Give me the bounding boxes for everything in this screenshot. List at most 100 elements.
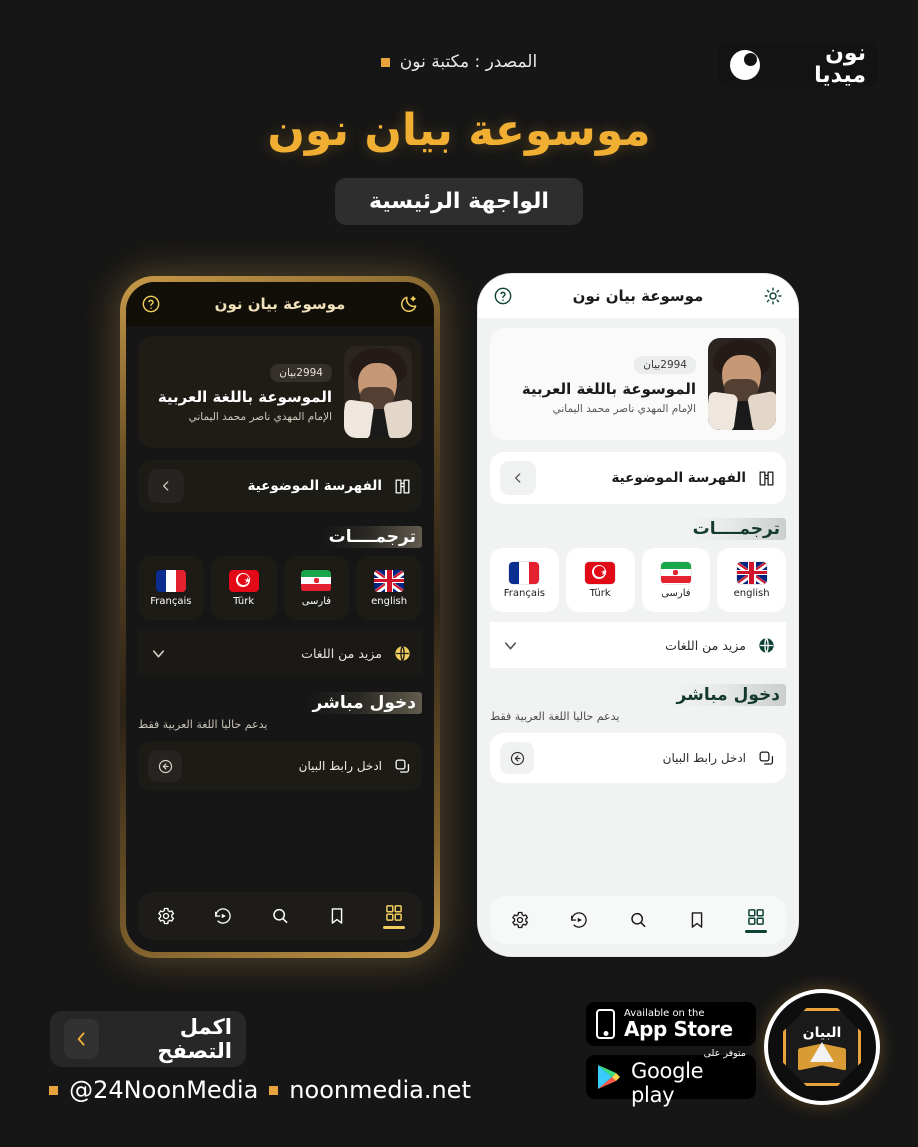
language-label: Français: [503, 587, 545, 599]
language-tile-turkish[interactable]: ★ Türk: [210, 556, 277, 620]
crescent-moon-icon[interactable]: [398, 293, 420, 315]
bayan-count-badge: 2994بيان: [270, 364, 332, 382]
google-play-badge[interactable]: متوفر على Google play: [586, 1048, 756, 1107]
language-label: english: [371, 595, 408, 607]
iran-flag-icon: [660, 561, 691, 584]
language-label: فارسی: [661, 587, 691, 599]
top-bar: نون ميديا المصدر : مكتبة نون: [0, 0, 918, 110]
index-book-icon: [392, 476, 412, 496]
nav-item-search[interactable]: [261, 906, 299, 926]
direct-entry-input-row[interactable]: ادخل رابط البيان: [138, 741, 422, 791]
language-tile-turkish[interactable]: ★ Türk: [565, 548, 635, 612]
nav-item-history[interactable]: [560, 910, 598, 930]
direct-entry-note: يدعم حاليا اللغة العربية فقط: [138, 718, 268, 731]
poster-root: نون ميديا المصدر : مكتبة نون موسوعة بيان…: [0, 0, 918, 1147]
chevron-left-icon: [64, 1019, 100, 1059]
google-play-label: Google play: [631, 1058, 704, 1107]
translations-grid: english فارسی ★ Türk Français: [138, 556, 422, 620]
app-store-label: App Store: [624, 1017, 733, 1041]
profile-card[interactable]: 2994بيان الموسوعة باللغة العربية الإمام …: [138, 336, 422, 448]
profile-card[interactable]: 2994بيان الموسوعة باللغة العربية الإمام …: [490, 328, 786, 440]
avatar: [344, 346, 412, 438]
chevron-down-icon[interactable]: [500, 635, 520, 655]
index-row-chevron-button[interactable]: [148, 469, 184, 503]
app-header-title-dark: موسوعة بيان نون: [214, 295, 346, 313]
bayan-count-badge: 2994بيان: [634, 356, 696, 374]
globe-icon: [756, 635, 776, 655]
language-tile-english[interactable]: english: [717, 548, 786, 612]
language-tile-french[interactable]: Français: [138, 556, 204, 620]
question-mark-circle-icon[interactable]: [140, 293, 162, 315]
nav-item-settings[interactable]: [501, 910, 539, 930]
sun-icon[interactable]: [762, 285, 784, 307]
bottom-nav-dark: [138, 892, 422, 940]
direct-entry-heading: دخول مباشر: [138, 692, 422, 714]
social-handle[interactable]: @24NoonMedia: [69, 1076, 258, 1104]
language-label: فارسی: [301, 595, 332, 607]
language-tile-english[interactable]: english: [356, 556, 422, 620]
nav-item-settings[interactable]: [147, 906, 185, 926]
avatar: [708, 338, 776, 430]
direct-entry-heading: دخول مباشر: [490, 684, 786, 706]
turkey-flag-icon: ★: [228, 569, 259, 592]
phone-mockups: موسوعة بيان نون 2994بيان الموسوعة باللغة…: [0, 274, 918, 976]
continue-browsing-label: اكمل التصفح: [157, 1015, 232, 1063]
index-book-icon: [756, 468, 776, 488]
google-play-small-label: متوفر على: [703, 1047, 746, 1059]
index-row-label: الفهرسة الموضوعية: [247, 478, 382, 494]
translations-grid: english فارسی ★ Türk Français: [490, 548, 786, 612]
chevron-down-icon[interactable]: [148, 643, 168, 663]
direct-entry-input-placeholder: ادخل رابط البيان: [298, 759, 382, 773]
play-triangle-icon: [596, 1063, 622, 1091]
language-tile-farsi[interactable]: فارسی: [641, 548, 711, 612]
nav-item-bookmarks[interactable]: [678, 910, 716, 930]
more-languages-row[interactable]: مزيد من اللغات: [490, 622, 786, 668]
france-flag-icon: [509, 561, 540, 584]
store-badges: Available on the App Store متوفر على Goo…: [586, 1002, 756, 1108]
index-row[interactable]: الفهرسة الموضوعية: [138, 460, 422, 512]
profile-name: الموسوعة باللغة العربية: [157, 388, 332, 406]
france-flag-icon: [155, 569, 186, 592]
profile-subtitle: الإمام المهدي ناصر محمد اليماني: [188, 411, 332, 423]
index-row-chevron-button[interactable]: [500, 461, 536, 495]
bullet-square-icon: [380, 57, 390, 67]
bayan-book-logo-icon: البيان: [783, 1008, 861, 1086]
phone-mockup-light: موسوعة بيان نون 2994بيان الموسوعة باللغة…: [478, 274, 798, 956]
more-languages-row[interactable]: مزيد من اللغات: [138, 630, 422, 676]
turkey-flag-icon: ★: [585, 561, 616, 584]
bullet-square-icon: [269, 1085, 279, 1095]
app-header-title-light: موسوعة بيان نون: [572, 287, 704, 305]
bayan-circle-logo: البيان: [768, 993, 876, 1101]
direct-entry-input-placeholder: ادخل رابط البيان: [662, 751, 746, 765]
website-url[interactable]: noonmedia.net: [289, 1076, 471, 1104]
app-body-dark: 2994بيان الموسوعة باللغة العربية الإمام …: [126, 326, 434, 952]
direct-entry-input-row[interactable]: ادخل رابط البيان: [490, 733, 786, 783]
more-languages-label: مزيد من اللغات: [665, 637, 746, 653]
language-tile-farsi[interactable]: فارسی: [283, 556, 350, 620]
nav-item-search[interactable]: [619, 910, 657, 930]
phone-mockup-dark: موسوعة بيان نون 2994بيان الموسوعة باللغة…: [120, 276, 440, 958]
page-title: موسوعة بيان نون: [267, 105, 651, 156]
source-credit-label: المصدر : مكتبة نون: [399, 52, 538, 72]
uk-flag-icon: [736, 561, 767, 584]
app-body-light: 2994بيان الموسوعة باللغة العربية الإمام …: [478, 318, 798, 956]
index-row-label: الفهرسة الموضوعية: [611, 470, 746, 486]
source-credit: المصدر : مكتبة نون: [0, 52, 918, 72]
app-header-dark: موسوعة بيان نون: [126, 282, 434, 326]
nav-item-history[interactable]: [204, 906, 242, 926]
question-mark-circle-icon[interactable]: [492, 285, 514, 307]
language-label: english: [733, 587, 770, 599]
nav-item-bookmarks[interactable]: [318, 906, 356, 926]
arrow-left-circle-icon[interactable]: [148, 750, 182, 782]
arrow-left-circle-icon[interactable]: [500, 742, 534, 774]
app-store-badge[interactable]: Available on the App Store: [586, 1002, 756, 1046]
continue-browsing-button[interactable]: اكمل التصفح: [50, 1011, 246, 1067]
index-row[interactable]: الفهرسة الموضوعية: [490, 452, 786, 504]
nav-item-home[interactable]: [737, 907, 775, 933]
bottom-nav-light: [490, 896, 786, 944]
language-label: Français: [150, 595, 192, 607]
language-tile-french[interactable]: Français: [490, 548, 559, 612]
nav-item-home[interactable]: [375, 903, 413, 929]
bullet-square-icon: [49, 1085, 59, 1095]
language-label: Türk: [589, 587, 611, 599]
